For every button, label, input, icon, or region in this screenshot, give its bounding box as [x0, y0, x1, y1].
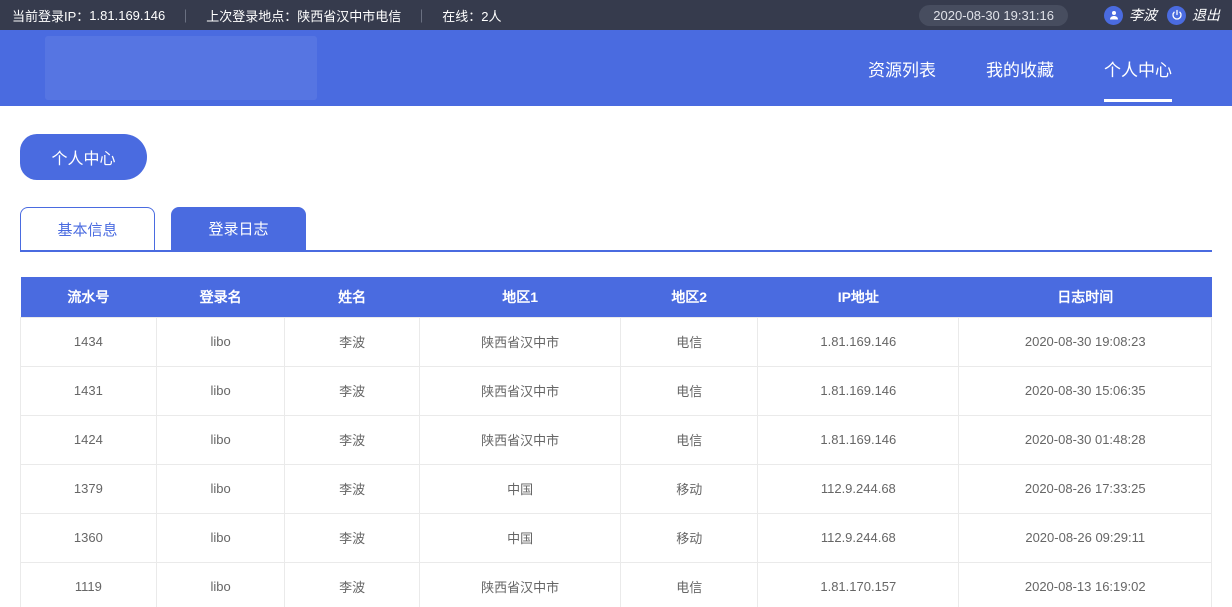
column-header: 地区2: [621, 277, 758, 317]
column-header: 登录名: [156, 277, 285, 317]
table-cell: 电信: [621, 562, 758, 607]
table-cell: libo: [156, 464, 285, 513]
table-cell: 李波: [285, 464, 420, 513]
last-location-label: 上次登录地点：: [206, 6, 297, 25]
table-cell: 1434: [21, 317, 157, 366]
online-label: 在线：: [442, 6, 481, 25]
last-location-value: 陕西省汉中市电信: [297, 6, 401, 25]
user-chip[interactable]: 李波: [1104, 5, 1157, 25]
username: 李波: [1129, 5, 1157, 25]
table-cell: 1.81.169.146: [758, 366, 959, 415]
table-row: 1431libo李波陕西省汉中市电信1.81.169.1462020-08-30…: [21, 366, 1212, 415]
tab-basic-info[interactable]: 基本信息: [20, 207, 155, 250]
table-cell: 移动: [621, 464, 758, 513]
table-cell: 电信: [621, 366, 758, 415]
table-cell: 1424: [21, 415, 157, 464]
table-cell: 李波: [285, 317, 420, 366]
table-cell: 陕西省汉中市: [419, 562, 620, 607]
table-cell: 移动: [621, 513, 758, 562]
tab-login-log[interactable]: 登录日志: [171, 207, 306, 250]
table-cell: 1.81.170.157: [758, 562, 959, 607]
table-cell: 1.81.169.146: [758, 415, 959, 464]
table-cell: 陕西省汉中市: [419, 415, 620, 464]
tab-bar: 基本信息 登录日志: [20, 207, 1212, 252]
table-cell: 1379: [21, 464, 157, 513]
table-row: 1434libo李波陕西省汉中市电信1.81.169.1462020-08-30…: [21, 317, 1212, 366]
nav-item-favorites[interactable]: 我的收藏: [986, 30, 1054, 106]
column-header: 姓名: [285, 277, 420, 317]
nav-item-resource-list[interactable]: 资源列表: [868, 30, 936, 106]
column-header: 流水号: [21, 277, 157, 317]
table-row: 1379libo李波中国移动112.9.244.682020-08-26 17:…: [21, 464, 1212, 513]
table-cell: 1431: [21, 366, 157, 415]
table-cell: 2020-08-30 01:48:28: [959, 415, 1212, 464]
table-cell: 李波: [285, 415, 420, 464]
logout-button[interactable]: 退出: [1167, 5, 1220, 25]
table-row: 1424libo李波陕西省汉中市电信1.81.169.1462020-08-30…: [21, 415, 1212, 464]
online-count: 2人: [481, 6, 501, 25]
column-header: 日志时间: [959, 277, 1212, 317]
table-cell: 1.81.169.146: [758, 317, 959, 366]
table-cell: 2020-08-30 19:08:23: [959, 317, 1212, 366]
column-header: IP地址: [758, 277, 959, 317]
table-cell: 电信: [621, 415, 758, 464]
table-cell: libo: [156, 513, 285, 562]
table-body: 1434libo李波陕西省汉中市电信1.81.169.1462020-08-30…: [21, 317, 1212, 607]
top-status-bar: 当前登录IP： 1.81.169.146 ｜ 上次登录地点： 陕西省汉中市电信 …: [0, 0, 1232, 30]
table-cell: 陕西省汉中市: [419, 317, 620, 366]
table-cell: 陕西省汉中市: [419, 366, 620, 415]
table-cell: 中国: [419, 513, 620, 562]
table-cell: 2020-08-26 09:29:11: [959, 513, 1212, 562]
table-cell: libo: [156, 562, 285, 607]
logout-label: 退出: [1192, 5, 1220, 25]
table-cell: 2020-08-30 15:06:35: [959, 366, 1212, 415]
table-cell: libo: [156, 415, 285, 464]
main-nav: 资源列表 我的收藏 个人中心: [818, 30, 1232, 106]
table-cell: 中国: [419, 464, 620, 513]
current-ip-value: 1.81.169.146: [89, 8, 165, 23]
table-cell: 2020-08-13 16:19:02: [959, 562, 1212, 607]
table-cell: 李波: [285, 366, 420, 415]
nav-item-personal-center[interactable]: 个人中心: [1104, 30, 1172, 106]
user-icon: [1104, 6, 1123, 25]
table-cell: 112.9.244.68: [758, 513, 959, 562]
separator: ｜: [179, 6, 192, 25]
current-ip-label: 当前登录IP：: [12, 6, 89, 25]
table-cell: 1119: [21, 562, 157, 607]
table-cell: libo: [156, 317, 285, 366]
table-row: 1360libo李波中国移动112.9.244.682020-08-26 09:…: [21, 513, 1212, 562]
table-cell: 李波: [285, 562, 420, 607]
table-row: 1119libo李波陕西省汉中市电信1.81.170.1572020-08-13…: [21, 562, 1212, 607]
personal-center-title-button[interactable]: 个人中心: [20, 134, 147, 180]
power-icon: [1167, 6, 1186, 25]
column-header: 地区1: [419, 277, 620, 317]
separator: ｜: [415, 6, 428, 25]
table-cell: 1360: [21, 513, 157, 562]
table-cell: 李波: [285, 513, 420, 562]
login-timestamp: 2020-08-30 19:31:16: [919, 5, 1068, 26]
table-cell: 112.9.244.68: [758, 464, 959, 513]
logo-placeholder: [45, 36, 317, 100]
login-log-table: 流水号登录名姓名地区1地区2IP地址日志时间 1434libo李波陕西省汉中市电…: [20, 277, 1212, 607]
table-cell: 电信: [621, 317, 758, 366]
table-cell: 2020-08-26 17:33:25: [959, 464, 1212, 513]
table-cell: libo: [156, 366, 285, 415]
main-header: 资源列表 我的收藏 个人中心: [0, 30, 1232, 106]
table-header-row: 流水号登录名姓名地区1地区2IP地址日志时间: [21, 277, 1212, 317]
